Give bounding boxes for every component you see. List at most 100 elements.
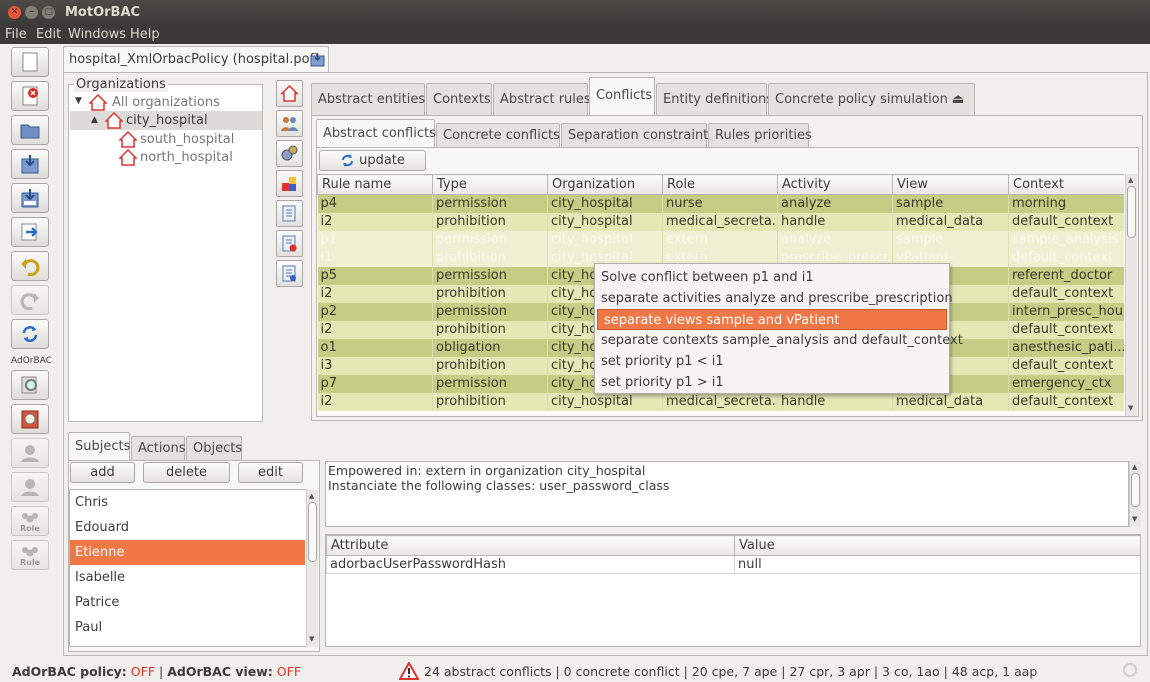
table-cell[interactable]: analyze [777,230,893,249]
tab-concrete-policy-simulation[interactable]: Concrete policy simulation ⏏ [768,83,975,115]
scroll-down-icon[interactable]: ▼ [309,635,314,643]
tree-item-north-hospital[interactable]: north_hospital [140,150,233,165]
table-cell[interactable]: nurse [662,194,778,213]
attribute-value[interactable]: null [734,555,1140,574]
details-scrollbar[interactable]: ▲ ▼ [1129,461,1141,527]
menu-item-separate-views[interactable]: separate views sample and vPatient [597,309,947,330]
table-cell[interactable]: i2 [317,392,433,411]
adorbac-user2-button[interactable] [11,472,49,502]
table-cell[interactable]: city_hospital [547,212,663,231]
table-cell[interactable]: intern_presc_hour [1008,302,1124,321]
menu-windows[interactable]: Windows [68,27,126,42]
table-cell[interactable]: i2 [317,212,433,231]
minimize-window-icon[interactable]: – [25,6,38,19]
adorbac-view-button[interactable] [11,370,49,400]
table-cell[interactable]: prohibition [432,284,548,303]
column-header[interactable]: Role [662,174,778,195]
views-view-button[interactable] [276,170,303,197]
table-cell[interactable]: sample [892,194,1009,213]
save-policy-button[interactable] [11,149,49,179]
table-cell[interactable]: default_context [1008,284,1124,303]
subjects-scrollbar[interactable]: ▲ ▼ [306,490,318,647]
table-cell[interactable]: permission [432,374,548,393]
scroll-down-icon[interactable]: ▼ [1128,404,1133,412]
list-item[interactable]: Edouard [70,515,305,540]
table-cell[interactable]: medical_data [892,212,1009,231]
tab-abstract-entities[interactable]: Abstract entities [311,83,425,115]
tree-item-south-hospital[interactable]: south_hospital [140,132,234,147]
column-header[interactable]: Type [432,174,548,195]
collapse-arrow-icon[interactable]: ▲ [91,115,98,125]
table-cell[interactable]: permission [432,266,548,285]
table-cell[interactable]: default_context [1008,356,1124,375]
tab-objects[interactable]: Objects [186,436,242,460]
table-cell[interactable]: p7 [317,374,433,393]
edit-subject-button[interactable]: edit [238,462,303,483]
table-cell[interactable]: default_context [1008,392,1124,411]
table-cell[interactable]: prohibition [432,392,548,411]
organizations-view-button[interactable] [276,80,303,107]
table-cell[interactable]: handle [777,212,893,231]
table-cell[interactable]: default_context [1008,212,1124,231]
update-button[interactable]: update [319,150,426,171]
scroll-up-icon[interactable]: ▲ [1128,176,1133,184]
table-cell[interactable]: prohibition [432,212,548,231]
export-button[interactable] [11,217,49,247]
table-cell[interactable]: i3 [317,356,433,375]
adorbac-rule-button[interactable]: Rule [11,540,49,570]
table-cell[interactable]: p1 [317,230,433,249]
column-header[interactable]: Attribute [326,535,735,556]
scrollbar-thumb[interactable] [1127,186,1136,238]
table-cell[interactable]: morning [1008,194,1124,213]
scrollbar-thumb[interactable] [1131,473,1140,507]
tab-abstract-rules[interactable]: Abstract rules [493,83,591,115]
table-cell[interactable]: emergency_ctx [1008,374,1124,393]
adorbac-role-button[interactable]: Role [11,506,49,536]
table-cell[interactable]: prohibition [432,356,548,375]
save-as-button[interactable] [11,183,49,213]
tab-rules-priorities[interactable]: Rules priorities [708,123,812,147]
eject-icon[interactable]: ⏏ [952,84,964,116]
document-tab[interactable]: hospital_XmlOrbacPolicy (hospital.pof) [63,46,329,72]
open-policy-button[interactable] [11,115,49,145]
scroll-up-icon[interactable]: ▲ [309,492,314,500]
table-row[interactable]: i2 prohibition city_hospital medical_secret… [317,212,1124,231]
table-cell[interactable]: medical_data [892,392,1009,411]
tab-conflicts[interactable]: Conflicts [589,77,655,115]
table-cell[interactable]: permission [432,194,548,213]
column-header[interactable]: Context [1008,174,1124,195]
menu-item-separate-activities[interactable]: separate activities analyze and prescrib… [595,288,953,309]
table-cell[interactable]: medical_secreta... [662,392,778,411]
tab-abstract-conflicts[interactable]: Abstract conflicts [316,119,436,147]
table-cell[interactable]: p2 [317,302,433,321]
conflicts-view-button[interactable] [276,230,303,257]
table-cell[interactable]: handle [777,392,893,411]
tab-contexts[interactable]: Contexts [426,83,492,115]
collapse-arrow-icon[interactable]: ▼ [75,96,82,106]
scroll-up-icon[interactable]: ▲ [1132,463,1137,471]
table-cell[interactable]: i2 [317,320,433,339]
save-icon[interactable] [310,52,325,67]
table-cell[interactable]: permission [432,302,548,321]
menu-item-priority-higher[interactable]: set priority p1 > i1 [595,372,949,393]
menu-file[interactable]: File [5,27,27,42]
list-item[interactable]: Patrice [70,590,305,615]
table-cell[interactable]: o1 [317,338,433,357]
policy-view-button[interactable] [276,260,303,287]
adorbac-user-button[interactable] [11,438,49,468]
table-cell[interactable]: default_context [1008,248,1124,267]
column-header[interactable]: Rule name [317,174,433,195]
table-cell[interactable]: default_context [1008,320,1124,339]
list-item[interactable]: Isabelle [70,565,305,590]
list-item[interactable]: Paul [70,615,305,640]
roles-view-button[interactable] [276,110,303,137]
new-policy-button[interactable] [11,47,49,77]
close-policy-button[interactable] [11,81,49,111]
tab-actions[interactable]: Actions [131,436,186,460]
menu-help[interactable]: Help [130,27,160,42]
table-cell[interactable]: city_hospital [547,230,663,249]
table-cell[interactable]: prohibition [432,320,548,339]
scrollbar-thumb[interactable] [308,502,317,562]
conflicts-scrollbar[interactable]: ▲ ▼ [1125,174,1137,416]
rules-view-button[interactable] [276,200,303,227]
